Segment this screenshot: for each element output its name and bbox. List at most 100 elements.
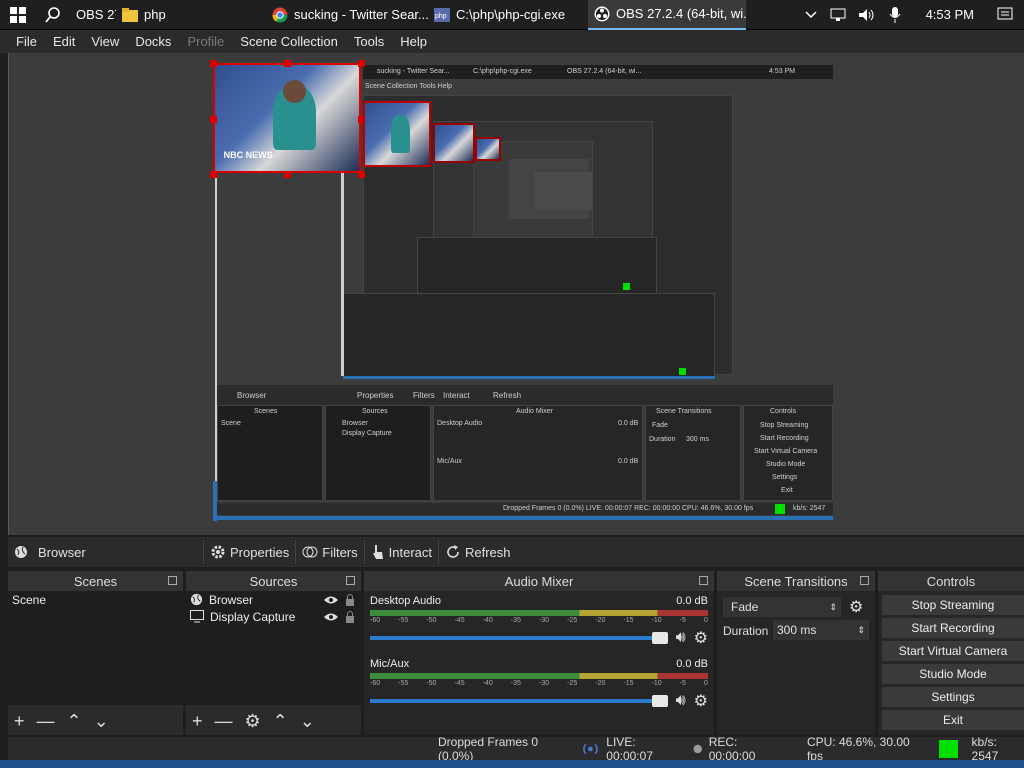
taskbar-item-php-folder[interactable]: php (116, 0, 266, 30)
menu-scene-collection[interactable]: Scene Collection (232, 34, 346, 49)
sources-list[interactable]: Browser Display Capture (186, 591, 361, 705)
eye-icon[interactable] (323, 595, 339, 605)
nested-ctrl: Start Recording (760, 435, 809, 442)
refresh-button[interactable]: Refresh (438, 540, 517, 564)
clock[interactable]: 4:53 PM (926, 7, 974, 22)
menu-file[interactable]: File (8, 34, 45, 49)
sources-dock: Sources Browser Display Capture + — ⚙ ⌃ … (186, 571, 361, 735)
menu-docks[interactable]: Docks (127, 34, 179, 49)
duration-label: Duration (723, 624, 769, 638)
filters-button[interactable]: Filters (295, 540, 363, 564)
move-down-icon[interactable]: ⌄ (300, 711, 315, 732)
menu-edit[interactable]: Edit (45, 34, 83, 49)
lock-icon[interactable] (345, 610, 355, 623)
add-icon[interactable]: + (14, 711, 25, 732)
move-up-icon[interactable]: ⌃ (273, 711, 288, 732)
nested-menu: Scene Collection Tools Help (365, 83, 453, 90)
undock-icon[interactable] (860, 576, 869, 585)
undock-icon[interactable] (699, 576, 708, 585)
volume-slider-handle[interactable] (651, 695, 668, 707)
scenes-list[interactable]: Scene (8, 591, 183, 705)
speaker-icon[interactable]: 🔊︎ (676, 692, 686, 710)
duration-spinbox[interactable]: 300 ms ⇕ (773, 620, 869, 640)
spin-arrows-icon[interactable]: ⇕ (857, 625, 869, 636)
taskbar-item-obs-hidden[interactable]: OBS 27.2.4 (64-bit, windows) - Profile: … (70, 0, 116, 30)
volume-slider[interactable] (370, 632, 668, 644)
start-recording-button[interactable]: Start Recording (882, 618, 1024, 638)
remove-icon[interactable]: — (37, 711, 55, 732)
nested-taskbar-label: sucking - Twitter Sear... (377, 68, 450, 75)
resize-handle-bl[interactable] (210, 171, 217, 178)
volume-slider[interactable] (370, 695, 668, 707)
chevron-up-icon[interactable] (802, 6, 820, 24)
taskbar-item-obs-hidden-label: OBS 27.2.4 (64-bit, windows) - Profile: … (76, 7, 116, 22)
nested-ctrl: Settings (772, 474, 798, 481)
remove-icon[interactable]: — (215, 711, 233, 732)
notification-icon[interactable] (996, 6, 1014, 24)
microphone-icon[interactable] (886, 6, 904, 24)
filters-label: Filters (322, 544, 358, 560)
network-icon[interactable] (830, 6, 848, 24)
menu-tools[interactable]: Tools (346, 34, 392, 49)
transition-select[interactable]: Fade ⇕ (723, 597, 841, 617)
properties-button[interactable]: Properties (203, 540, 295, 564)
search-button[interactable] (36, 0, 70, 30)
stop-streaming-button[interactable]: Stop Streaming (882, 595, 1024, 615)
gear-icon[interactable]: ⚙ (849, 597, 863, 617)
resize-handle-tr[interactable] (358, 60, 365, 67)
resize-handle-t[interactable] (284, 60, 291, 67)
mixer-dock-title: Audio Mixer (364, 571, 714, 591)
start-button[interactable] (0, 0, 36, 30)
scene-item[interactable]: Scene (8, 591, 183, 608)
gear-icon[interactable]: ⚙ (694, 691, 708, 711)
gear-icon[interactable]: ⚙ (245, 711, 261, 732)
live-time: LIVE: 00:00:07 (606, 734, 653, 763)
system-tray: 4:53 PM (802, 0, 1024, 30)
preview-canvas[interactable]: sucking - Twitter Sear... C:\php\php-cgi… (210, 60, 833, 525)
gear-icon[interactable]: ⚙ (694, 628, 708, 648)
nested-dock-title: Scene Transitions (656, 408, 712, 415)
interact-label: Interact (388, 544, 432, 560)
browser-source-selection[interactable]: NBC NEWS (213, 63, 361, 173)
menu-help[interactable]: Help (392, 34, 435, 49)
start-virtual-camera-button[interactable]: Start Virtual Camera (882, 641, 1024, 661)
interact-button[interactable]: Interact (363, 540, 438, 564)
taskbar-item-chrome[interactable]: sucking - Twitter Sear... (266, 0, 428, 30)
studio-mode-button[interactable]: Studio Mode (882, 664, 1024, 684)
eye-icon[interactable] (323, 612, 339, 622)
gear-icon (211, 545, 225, 559)
menu-profile[interactable]: Profile (179, 34, 232, 49)
taskbar-item-obs[interactable]: OBS 27.2.4 (64-bit, wi... (588, 0, 746, 30)
lock-icon[interactable] (345, 593, 355, 606)
controls-body: Stop Streaming Start Recording Start Vir… (878, 591, 1024, 735)
add-icon[interactable]: + (192, 711, 203, 732)
undock-icon[interactable] (168, 576, 177, 585)
taskbar-item-php-cgi[interactable]: php C:\php\php-cgi.exe (428, 0, 588, 30)
exit-button[interactable]: Exit (882, 710, 1024, 730)
anchor-figure (390, 115, 410, 153)
volume-icon[interactable] (858, 6, 876, 24)
volume-slider-handle[interactable] (651, 632, 668, 644)
move-up-icon[interactable]: ⌃ (67, 711, 82, 732)
taskbar-item-label: php (144, 7, 166, 22)
source-item-browser[interactable]: Browser (186, 591, 361, 608)
undock-icon[interactable] (346, 576, 355, 585)
nested-live-indicator (775, 504, 785, 514)
menu-view[interactable]: View (83, 34, 127, 49)
source-item-display-capture[interactable]: Display Capture (186, 608, 361, 625)
speaker-icon[interactable]: 🔊︎ (676, 629, 686, 647)
move-down-icon[interactable]: ⌄ (94, 711, 109, 732)
nested-transitions-dock: Scene Transitions Fade Duration 300 ms (645, 405, 741, 501)
refresh-icon (447, 545, 459, 558)
resize-handle-l[interactable] (210, 116, 217, 123)
resize-handle-b[interactable] (284, 171, 291, 178)
nested-dock-title: Audio Mixer (516, 408, 553, 415)
resize-handle-tl[interactable] (210, 60, 217, 67)
nested-refresh: Refresh (493, 391, 522, 400)
preview-area[interactable]: sucking - Twitter Sear... C:\php\php-cgi… (8, 53, 1024, 535)
nested-sources-dock: Sources Browser Display Capture (325, 405, 431, 501)
resize-handle-br[interactable] (358, 171, 365, 178)
settings-button[interactable]: Settings (882, 687, 1024, 707)
globe-icon (190, 593, 203, 606)
nested-thumb-3 (433, 123, 475, 163)
